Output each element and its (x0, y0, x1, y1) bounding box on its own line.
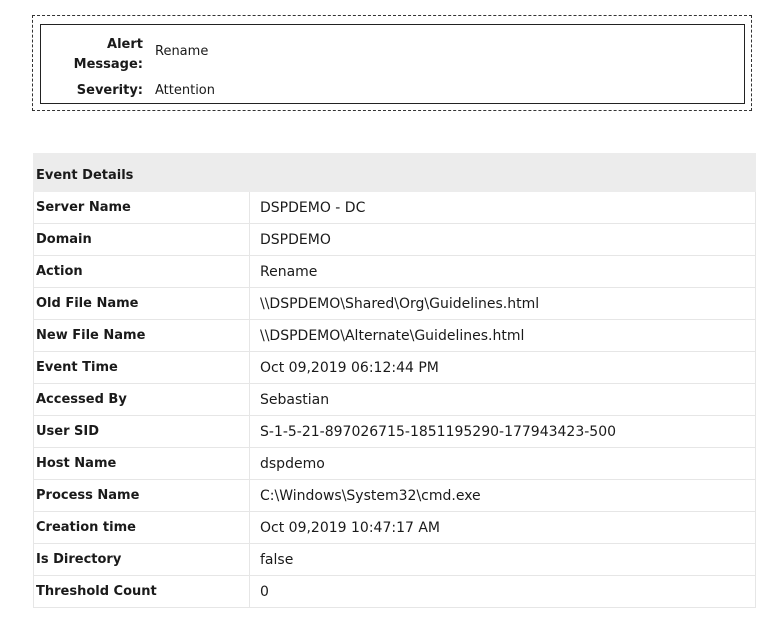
table-row: Is Directory false (33, 543, 756, 576)
row-label-accessed-by: Accessed By (33, 383, 250, 416)
table-row: Host Name dspdemo (33, 447, 756, 480)
row-value-creation-time: Oct 09,2019 10:47:17 AM (249, 511, 756, 544)
row-value-threshold-count: 0 (249, 575, 756, 608)
table-row: Domain DSPDEMO (33, 223, 756, 256)
row-value-new-file-name: \\DSPDEMO\Alternate\Guidelines.html (249, 319, 756, 352)
row-value-domain: DSPDEMO (249, 223, 756, 256)
row-label-old-file-name: Old File Name (33, 287, 250, 320)
table-row: Process Name C:\Windows\System32\cmd.exe (33, 479, 756, 512)
row-label-user-sid: User SID (33, 415, 250, 448)
row-label-event-time: Event Time (33, 351, 250, 384)
alert-summary-inner: Alert Message: Rename Severity: Attentio… (40, 24, 745, 104)
row-value-user-sid: S-1-5-21-897026715-1851195290-177943423-… (249, 415, 756, 448)
row-label-server-name: Server Name (33, 191, 250, 224)
row-label-host-name: Host Name (33, 447, 250, 480)
row-value-event-time: Oct 09,2019 06:12:44 PM (249, 351, 756, 384)
event-details-table: Event Details Server Name DSPDEMO - DC D… (33, 153, 756, 608)
severity-value: Attention (155, 83, 215, 98)
table-row: Event Time Oct 09,2019 06:12:44 PM (33, 351, 756, 384)
alert-summary-box: Alert Message: Rename Severity: Attentio… (32, 15, 752, 111)
row-label-new-file-name: New File Name (33, 319, 250, 352)
table-row: Old File Name \\DSPDEMO\Shared\Org\Guide… (33, 287, 756, 320)
row-value-old-file-name: \\DSPDEMO\Shared\Org\Guidelines.html (249, 287, 756, 320)
row-value-accessed-by: Sebastian (249, 383, 756, 416)
row-label-threshold-count: Threshold Count (33, 575, 250, 608)
row-label-creation-time: Creation time (33, 511, 250, 544)
table-row: Accessed By Sebastian (33, 383, 756, 416)
table-row: Server Name DSPDEMO - DC (33, 191, 756, 224)
row-value-action: Rename (249, 255, 756, 288)
severity-row: Severity: Attention (41, 81, 744, 101)
row-value-host-name: dspdemo (249, 447, 756, 480)
table-row: Threshold Count 0 (33, 575, 756, 608)
table-row: New File Name \\DSPDEMO\Alternate\Guidel… (33, 319, 756, 352)
row-value-process-name: C:\Windows\System32\cmd.exe (249, 479, 756, 512)
row-value-is-directory: false (249, 543, 756, 576)
alert-message-row: Alert Message: Rename (41, 35, 744, 75)
table-row: User SID S-1-5-21-897026715-1851195290-1… (33, 415, 756, 448)
row-value-server-name: DSPDEMO - DC (249, 191, 756, 224)
event-details-header-blank (249, 153, 756, 192)
table-row: Action Rename (33, 255, 756, 288)
alert-message-value: Rename (155, 44, 209, 59)
row-label-domain: Domain (33, 223, 250, 256)
event-details-header-row: Event Details (33, 153, 756, 192)
row-label-process-name: Process Name (33, 479, 250, 512)
alert-message-label: Alert Message: (73, 37, 143, 72)
severity-label: Severity: (76, 83, 143, 98)
row-label-is-directory: Is Directory (33, 543, 250, 576)
row-label-action: Action (33, 255, 250, 288)
table-row: Creation time Oct 09,2019 10:47:17 AM (33, 511, 756, 544)
event-details-header: Event Details (33, 153, 250, 192)
